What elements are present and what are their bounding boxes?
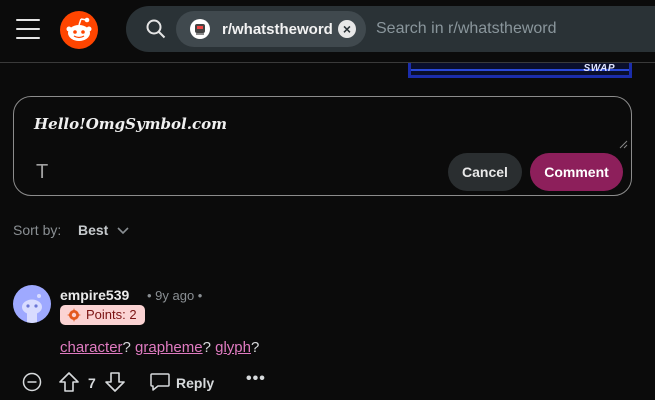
comment-body: character? grapheme? glyph? bbox=[60, 339, 260, 356]
thumbnail-text: SWAP bbox=[583, 63, 615, 74]
chevron-down-icon[interactable] bbox=[116, 222, 130, 238]
resize-handle-icon[interactable] bbox=[618, 139, 628, 149]
subreddit-chip-label: r/whatstheword bbox=[222, 21, 333, 38]
comment-actions: 7 Reply ••• bbox=[0, 368, 655, 398]
comment-input[interactable]: Hello!OmgSymbol.com bbox=[34, 115, 227, 133]
link-glyph[interactable]: glyph bbox=[215, 339, 251, 356]
award-icon bbox=[67, 308, 81, 322]
subreddit-chip[interactable]: r/whatstheword × bbox=[176, 11, 366, 47]
comment-username[interactable]: empire539 bbox=[60, 287, 129, 303]
comment-age: • 9y ago • bbox=[147, 288, 203, 303]
menu-icon[interactable] bbox=[16, 19, 40, 39]
user-flair-badge: Points: 2 bbox=[60, 305, 145, 325]
reply-button[interactable]: Reply bbox=[176, 375, 214, 391]
sort-dropdown[interactable]: Best bbox=[78, 222, 108, 238]
link-character[interactable]: character bbox=[60, 339, 123, 356]
reddit-logo-icon[interactable] bbox=[60, 11, 98, 49]
upvote-icon[interactable] bbox=[58, 371, 80, 393]
top-bar: r/whatstheword × Search in r/whatsthewor… bbox=[0, 0, 655, 62]
cancel-button[interactable]: Cancel bbox=[448, 153, 522, 191]
avatar[interactable] bbox=[13, 285, 51, 323]
vote-count: 7 bbox=[88, 375, 96, 391]
format-text-icon[interactable]: T bbox=[36, 161, 48, 184]
reply-icon[interactable] bbox=[149, 372, 171, 392]
close-icon[interactable]: × bbox=[338, 20, 356, 38]
search-input[interactable]: Search in r/whatstheword bbox=[376, 20, 557, 38]
more-icon[interactable]: ••• bbox=[246, 370, 266, 388]
search-bar[interactable]: r/whatstheword × Search in r/whatsthewor… bbox=[126, 6, 655, 52]
downvote-icon[interactable] bbox=[104, 371, 126, 393]
badge-label: Points: 2 bbox=[86, 307, 137, 322]
post-thumbnail[interactable]: SWAP bbox=[408, 63, 632, 78]
collapse-icon[interactable] bbox=[22, 372, 42, 392]
search-icon[interactable] bbox=[146, 19, 166, 39]
subreddit-avatar bbox=[190, 19, 210, 39]
sort-label: Sort by: bbox=[13, 222, 62, 238]
link-grapheme[interactable]: grapheme bbox=[135, 339, 203, 356]
comment-button[interactable]: Comment bbox=[530, 153, 623, 191]
comment-composer[interactable]: Hello!OmgSymbol.com T Cancel Comment bbox=[13, 96, 632, 196]
